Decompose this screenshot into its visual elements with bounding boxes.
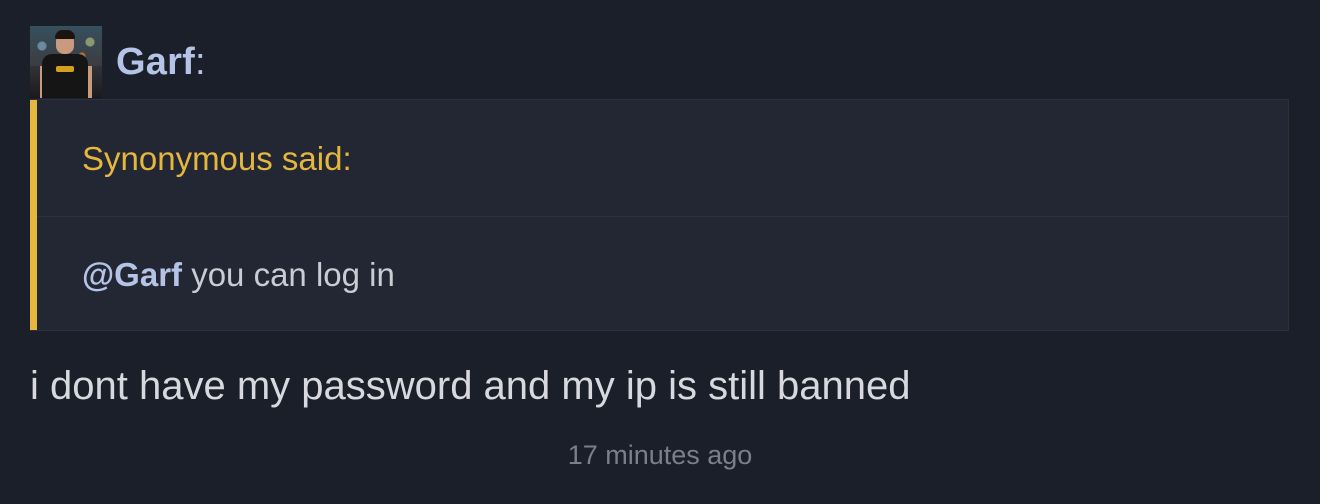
quote-block: Synonymous said: @Garf you can log in [30, 99, 1289, 331]
avatar-shirt-logo [56, 66, 74, 72]
timestamp: 17 minutes ago [567, 440, 753, 470]
avatar[interactable] [30, 26, 102, 98]
author-row: Garf: [30, 26, 206, 98]
quote-text: you can log in [182, 256, 395, 293]
quote-body: @Garf you can log in [82, 256, 395, 294]
mention-link[interactable]: @Garf [82, 256, 182, 293]
quote-attribution[interactable]: Synonymous said: [82, 140, 352, 178]
avatar-shirt [42, 54, 88, 98]
author-colon: : [194, 40, 206, 83]
avatar-hair [55, 30, 75, 39]
post: Garf: Synonymous said: @Garf you can log… [0, 0, 1320, 504]
message-text: i dont have my password and my ip is sti… [30, 364, 911, 408]
quote-accent-bar [30, 100, 37, 330]
author-name[interactable]: Garf [116, 41, 195, 84]
